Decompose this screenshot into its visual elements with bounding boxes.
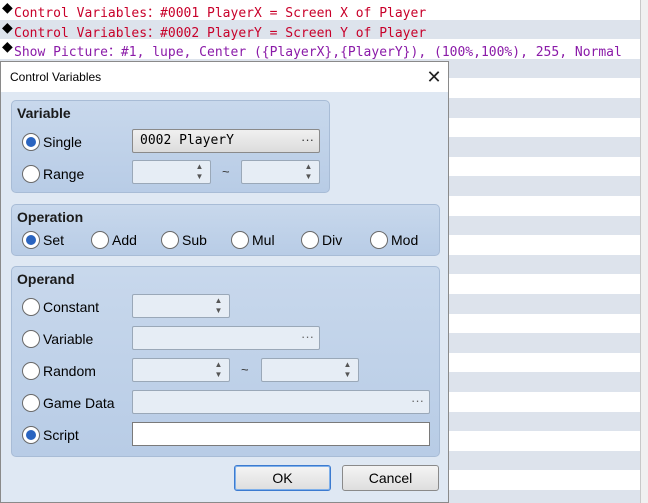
command-marker: ◆ (2, 0, 13, 16)
radio-indicator (161, 231, 179, 249)
script-input[interactable] (132, 422, 430, 446)
radio-indicator (370, 231, 388, 249)
range-start-spinner[interactable]: ▲ ▼ (132, 160, 211, 184)
random-radio[interactable]: Random (22, 362, 96, 380)
operation-add-radio[interactable]: Add (91, 231, 137, 249)
operation-mod-radio[interactable]: Mod (370, 231, 418, 249)
range-radio[interactable]: Range (22, 165, 84, 183)
operand-variable-selector[interactable]: ··· (132, 326, 320, 350)
game-data-selector[interactable]: ··· (132, 390, 430, 414)
operation-label: Sub (182, 232, 207, 248)
operation-label: Div (322, 232, 343, 248)
operation-div-radio[interactable]: Div (301, 231, 342, 249)
single-radio[interactable]: Single (22, 133, 82, 151)
operation-sub-radio[interactable]: Sub (161, 231, 207, 249)
event-row[interactable]: ◆ Control Variables：#0002 PlayerY = Scre… (0, 19, 640, 41)
operand-variable-label: Variable (43, 331, 94, 347)
cancel-button[interactable]: Cancel (342, 465, 439, 491)
control-variables-dialog: Control Variables ✕ Variable Single 0002… (0, 61, 449, 503)
radio-indicator (22, 231, 40, 249)
operation-heading: Operation (17, 209, 84, 225)
operation-label: Add (112, 232, 137, 248)
radio-indicator (91, 231, 109, 249)
operation-set-radio[interactable]: Set (22, 231, 64, 249)
radio-indicator (22, 330, 40, 348)
ellipsis-icon: ··· (411, 393, 424, 408)
spinner-arrows-icon: ▲ ▼ (343, 360, 352, 379)
command-text: Control Variables：#0002 PlayerY = Screen… (14, 25, 427, 41)
spinner-arrows-icon: ▲ ▼ (304, 162, 313, 181)
random-min-spinner[interactable]: ▲ ▼ (132, 358, 230, 382)
ellipsis-icon: ··· (301, 132, 314, 147)
range-radio-indicator (22, 165, 40, 183)
single-radio-indicator (22, 133, 40, 151)
operation-mul-radio[interactable]: Mul (231, 231, 275, 249)
list-scrollbar[interactable] (640, 0, 648, 503)
game-data-radio[interactable]: Game Data (22, 394, 115, 412)
random-separator: ~ (241, 362, 249, 377)
random-max-spinner[interactable]: ▲ ▼ (261, 358, 359, 382)
operation-label: Set (43, 232, 65, 248)
operation-label: Mul (252, 232, 275, 248)
range-separator: ~ (222, 164, 230, 179)
dialog-titlebar[interactable]: Control Variables ✕ (1, 62, 448, 92)
operation-label: Mod (391, 232, 419, 248)
radio-indicator (22, 394, 40, 412)
operation-group: Operation Set Add Sub Mul Div Mod (11, 204, 440, 256)
operand-variable-radio[interactable]: Variable (22, 330, 93, 348)
constant-radio[interactable]: Constant (22, 298, 99, 316)
ok-button[interactable]: OK (234, 465, 331, 491)
script-radio[interactable]: Script (22, 426, 79, 444)
command-marker: ◆ (2, 39, 13, 56)
operand-heading: Operand (17, 271, 75, 287)
event-row[interactable]: ◆ Show Picture：#1, lupe, Center ({Player… (0, 39, 640, 61)
range-end-spinner[interactable]: ▲ ▼ (241, 160, 320, 184)
variable-group: Variable Single 0002 PlayerY ··· Range ▲… (11, 100, 330, 193)
command-marker: ◆ (2, 19, 13, 36)
close-icon[interactable]: ✕ (421, 64, 447, 90)
spinner-arrows-icon: ▲ ▼ (214, 360, 223, 379)
spinner-arrows-icon: ▲ ▼ (195, 162, 204, 181)
spinner-arrows-icon: ▲ ▼ (214, 296, 223, 315)
constant-spinner[interactable]: ▲ ▼ (132, 294, 230, 318)
command-text: Show Picture：#1, lupe, Center ({PlayerX}… (14, 45, 622, 61)
radio-indicator (22, 362, 40, 380)
dialog-title: Control Variables (10, 70, 102, 84)
constant-label: Constant (43, 299, 100, 315)
radio-indicator (301, 231, 319, 249)
single-radio-label: Single (43, 134, 82, 150)
radio-indicator (231, 231, 249, 249)
command-text: Control Variables：#0001 PlayerX = Screen… (14, 6, 427, 21)
single-variable-selector[interactable]: 0002 PlayerY ··· (132, 129, 320, 153)
radio-indicator (22, 298, 40, 316)
single-variable-value: 0002 PlayerY (140, 133, 234, 148)
script-label: Script (43, 427, 79, 443)
variable-heading: Variable (17, 105, 71, 121)
radio-indicator (22, 426, 40, 444)
random-label: Random (43, 363, 96, 379)
operand-group: Operand Constant ▲ ▼ Variable ··· Random … (11, 266, 440, 457)
range-radio-label: Range (43, 166, 85, 182)
ellipsis-icon: ··· (301, 329, 314, 344)
game-data-label: Game Data (43, 395, 115, 411)
event-row[interactable]: ◆ Control Variables：#0001 PlayerX = Scre… (0, 0, 640, 21)
